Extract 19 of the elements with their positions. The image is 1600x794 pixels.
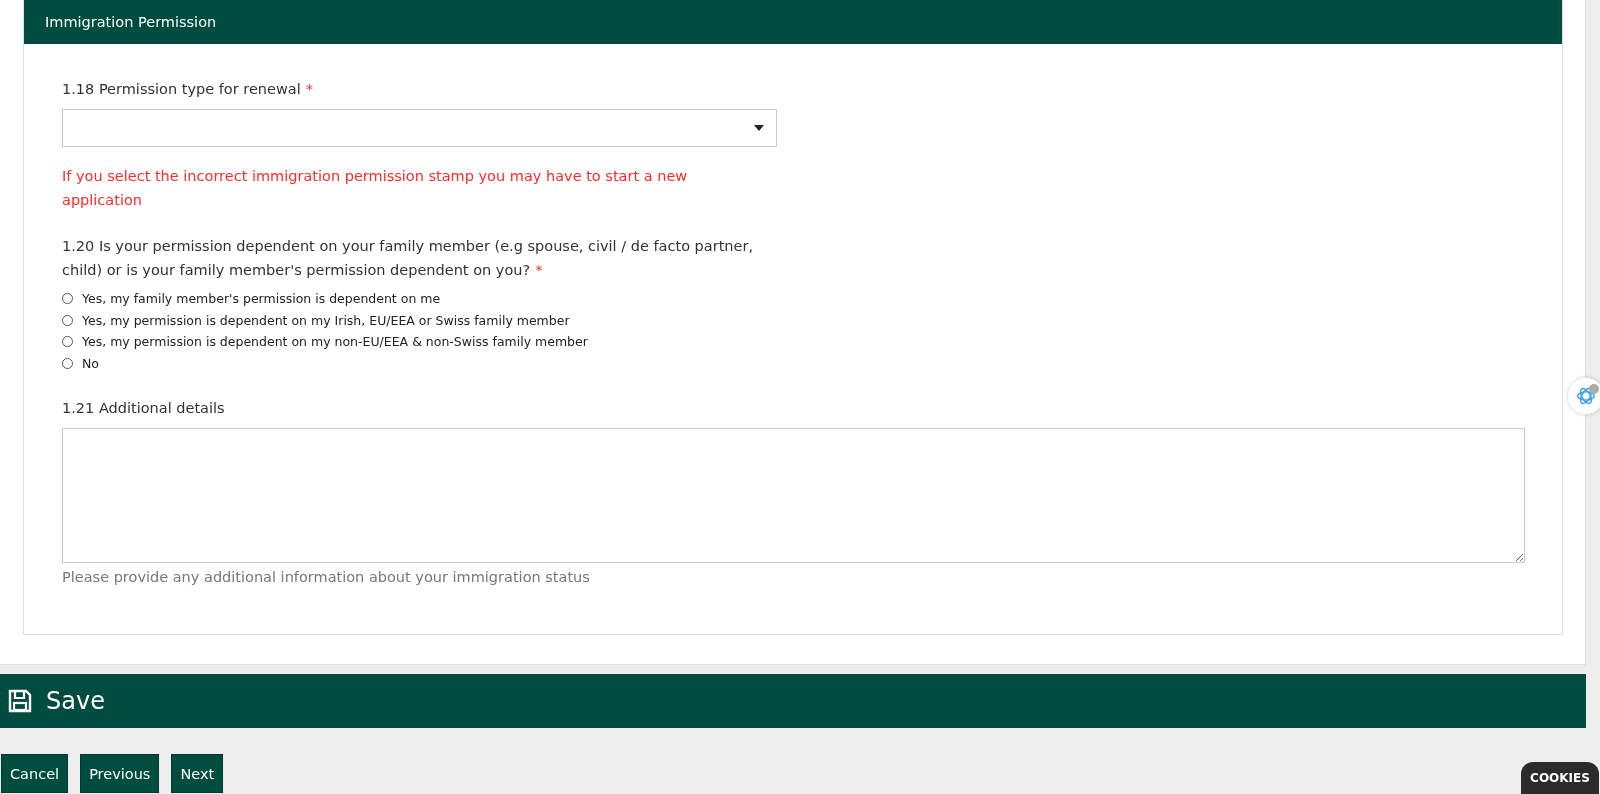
knot-icon [1575, 385, 1597, 407]
field-label: 1.18 Permission type for renewal * [62, 80, 314, 99]
option-label[interactable]: Yes, my permission is dependent on my Irish, EU/EEA or Swiss family member [82, 312, 570, 328]
nav-button[interactable]: Next [171, 754, 224, 793]
field-label: 1.21 Additional details [62, 399, 226, 418]
field-hint: Please provide any additional information about your immigration status [62, 569, 591, 585]
caret-icon [754, 125, 764, 131]
save-button[interactable]: Save [0, 674, 1586, 728]
cookies-button[interactable]: COOKIES [1521, 762, 1599, 794]
option-label[interactable]: Yes, my family member's permission is dependent on me [82, 291, 441, 307]
nav-button[interactable]: Previous [80, 754, 160, 793]
option-label[interactable]: No [82, 355, 99, 371]
save-icon [8, 689, 32, 713]
warning-message: If you select the incorrect immigration permission stamp you may have to start a new application [62, 167, 689, 210]
nav-button[interactable]: Cancel [1, 754, 69, 793]
close-icon[interactable] [1589, 384, 1599, 394]
question-label: 1.20 Is your permission dependent on your family member (e.g spouse, civil / de facto partner, child) or is your family member's permission dependent on you? * [62, 237, 755, 280]
option-label[interactable]: Yes, my permission is dependent on my non-EU/EEA & non-Swiss family member [82, 334, 588, 350]
section-title: Immigration Permission [45, 14, 217, 30]
